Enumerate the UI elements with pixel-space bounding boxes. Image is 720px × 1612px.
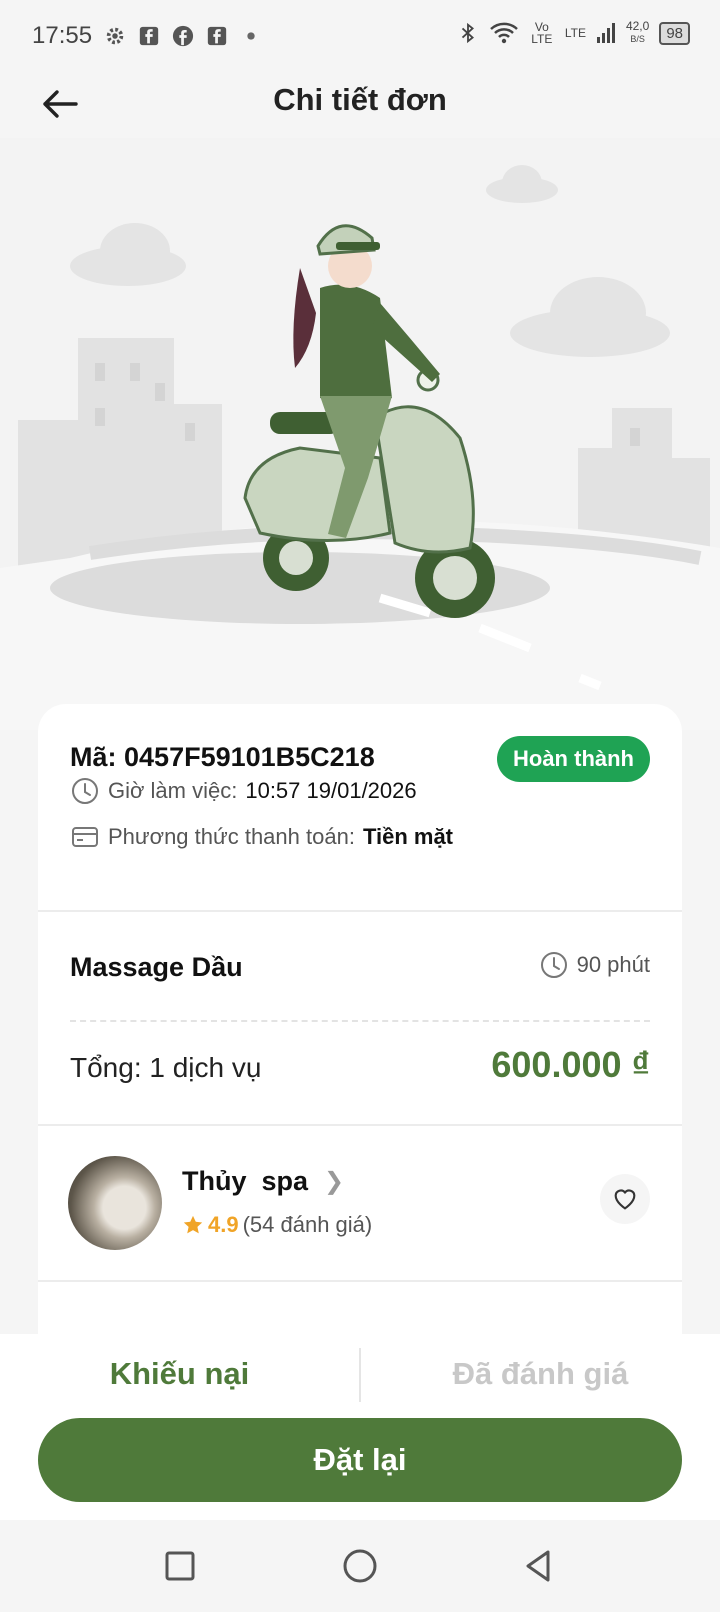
rebook-button[interactable]: Đặt lại bbox=[38, 1418, 682, 1502]
order-detail-card: Mã: 0457F59101B5C218 Hoàn thành Giờ làm … bbox=[38, 704, 682, 1334]
total-value: 600.000 ₫ bbox=[491, 1044, 650, 1085]
service-name: Massage Dầu bbox=[70, 952, 243, 982]
secondary-actions: Khiếu nại Đã đánh giá bbox=[0, 1334, 720, 1414]
system-nav-bar bbox=[0, 1520, 720, 1612]
bottom-action-area: Khiếu nại Đã đánh giá Đặt lại bbox=[0, 1334, 720, 1612]
shop-section: Thủy spa ❯ 4.9 (54 đánh giá) bbox=[38, 1126, 682, 1282]
status-right: Vo LTE LTE 42,0 B/S 98 bbox=[457, 20, 690, 46]
delivery-illustration bbox=[0, 138, 720, 730]
dashed-divider bbox=[70, 1020, 650, 1022]
star-icon bbox=[183, 1215, 203, 1234]
work-time-row: Giờ làm việc: 10:57 19/01/2026 bbox=[70, 776, 417, 806]
network-type: LTE bbox=[564, 26, 586, 40]
complain-button[interactable]: Khiếu nại bbox=[0, 1334, 359, 1414]
network-speed-value: 42,0 bbox=[625, 19, 650, 33]
facebook-square-icon bbox=[207, 26, 227, 46]
network-speed: 42,0 B/S bbox=[626, 20, 649, 46]
favorite-button[interactable] bbox=[600, 1174, 650, 1224]
order-code-label: Mã: bbox=[70, 742, 117, 772]
service-section: Massage Dầu 90 phút Tổng: 1 dịch vụ 600.… bbox=[38, 912, 682, 1126]
gear-icon bbox=[106, 27, 124, 45]
clock-icon bbox=[72, 778, 98, 804]
network-speed-unit: B/S bbox=[630, 34, 645, 44]
order-code-value: 0457F59101B5C218 bbox=[124, 742, 375, 772]
payment-value: Tiền mặt bbox=[362, 824, 453, 849]
rating-value: 4.9 bbox=[208, 1212, 239, 1237]
back-nav-icon[interactable] bbox=[516, 1544, 560, 1588]
work-time-value: 10:57 19/01/2026 bbox=[245, 778, 417, 803]
facebook-circle-icon bbox=[172, 25, 194, 47]
status-bar: 17:55 Vo LTE LTE 42,0 B/S 98 bbox=[0, 0, 720, 72]
work-time-label: Giờ làm việc: bbox=[108, 778, 238, 803]
rated-button: Đã đánh giá bbox=[452, 1356, 629, 1391]
recent-apps-icon[interactable] bbox=[158, 1544, 202, 1588]
avatar bbox=[68, 1156, 162, 1250]
status-left: 17:55 bbox=[32, 22, 262, 50]
home-icon[interactable] bbox=[338, 1544, 382, 1588]
credit-card-icon bbox=[72, 827, 98, 847]
duration-value: 90 phút bbox=[576, 952, 650, 977]
shop-name-link[interactable]: Thủy spa ❯ bbox=[182, 1166, 344, 1197]
bluetooth-icon bbox=[461, 22, 474, 44]
dot-icon bbox=[247, 32, 255, 40]
payment-label: Phương thức thanh toán: bbox=[108, 824, 355, 849]
chevron-right-icon: ❯ bbox=[324, 1168, 345, 1195]
total-label: Tổng: 1 dịch vụ bbox=[70, 1052, 262, 1083]
status-time: 17:55 bbox=[32, 22, 93, 49]
scooter-rider-illustration bbox=[0, 165, 720, 730]
battery-indicator: 98 bbox=[659, 21, 690, 45]
review-count: (54 đánh giá) bbox=[242, 1212, 373, 1237]
page-title: Chi tiết đơn bbox=[273, 82, 447, 117]
shop-name: Thủy spa bbox=[182, 1166, 309, 1196]
facebook-square-icon bbox=[139, 26, 159, 46]
wifi-icon bbox=[489, 22, 518, 44]
service-duration: 90 phút bbox=[539, 950, 650, 980]
shop-rating: 4.9 (54 đánh giá) bbox=[182, 1212, 372, 1238]
signal-icon bbox=[596, 23, 615, 43]
payment-row: Phương thức thanh toán: Tiền mặt bbox=[70, 822, 453, 852]
order-code: Mã: 0457F59101B5C218 bbox=[70, 742, 375, 773]
volte-label: Vo LTE bbox=[531, 20, 553, 46]
status-badge: Hoàn thành bbox=[497, 736, 650, 782]
heart-icon bbox=[614, 1189, 636, 1210]
app-bar: Chi tiết đơn bbox=[0, 72, 720, 138]
order-info-section: Mã: 0457F59101B5C218 Hoàn thành Giờ làm … bbox=[38, 704, 682, 912]
clock-icon bbox=[540, 952, 567, 978]
